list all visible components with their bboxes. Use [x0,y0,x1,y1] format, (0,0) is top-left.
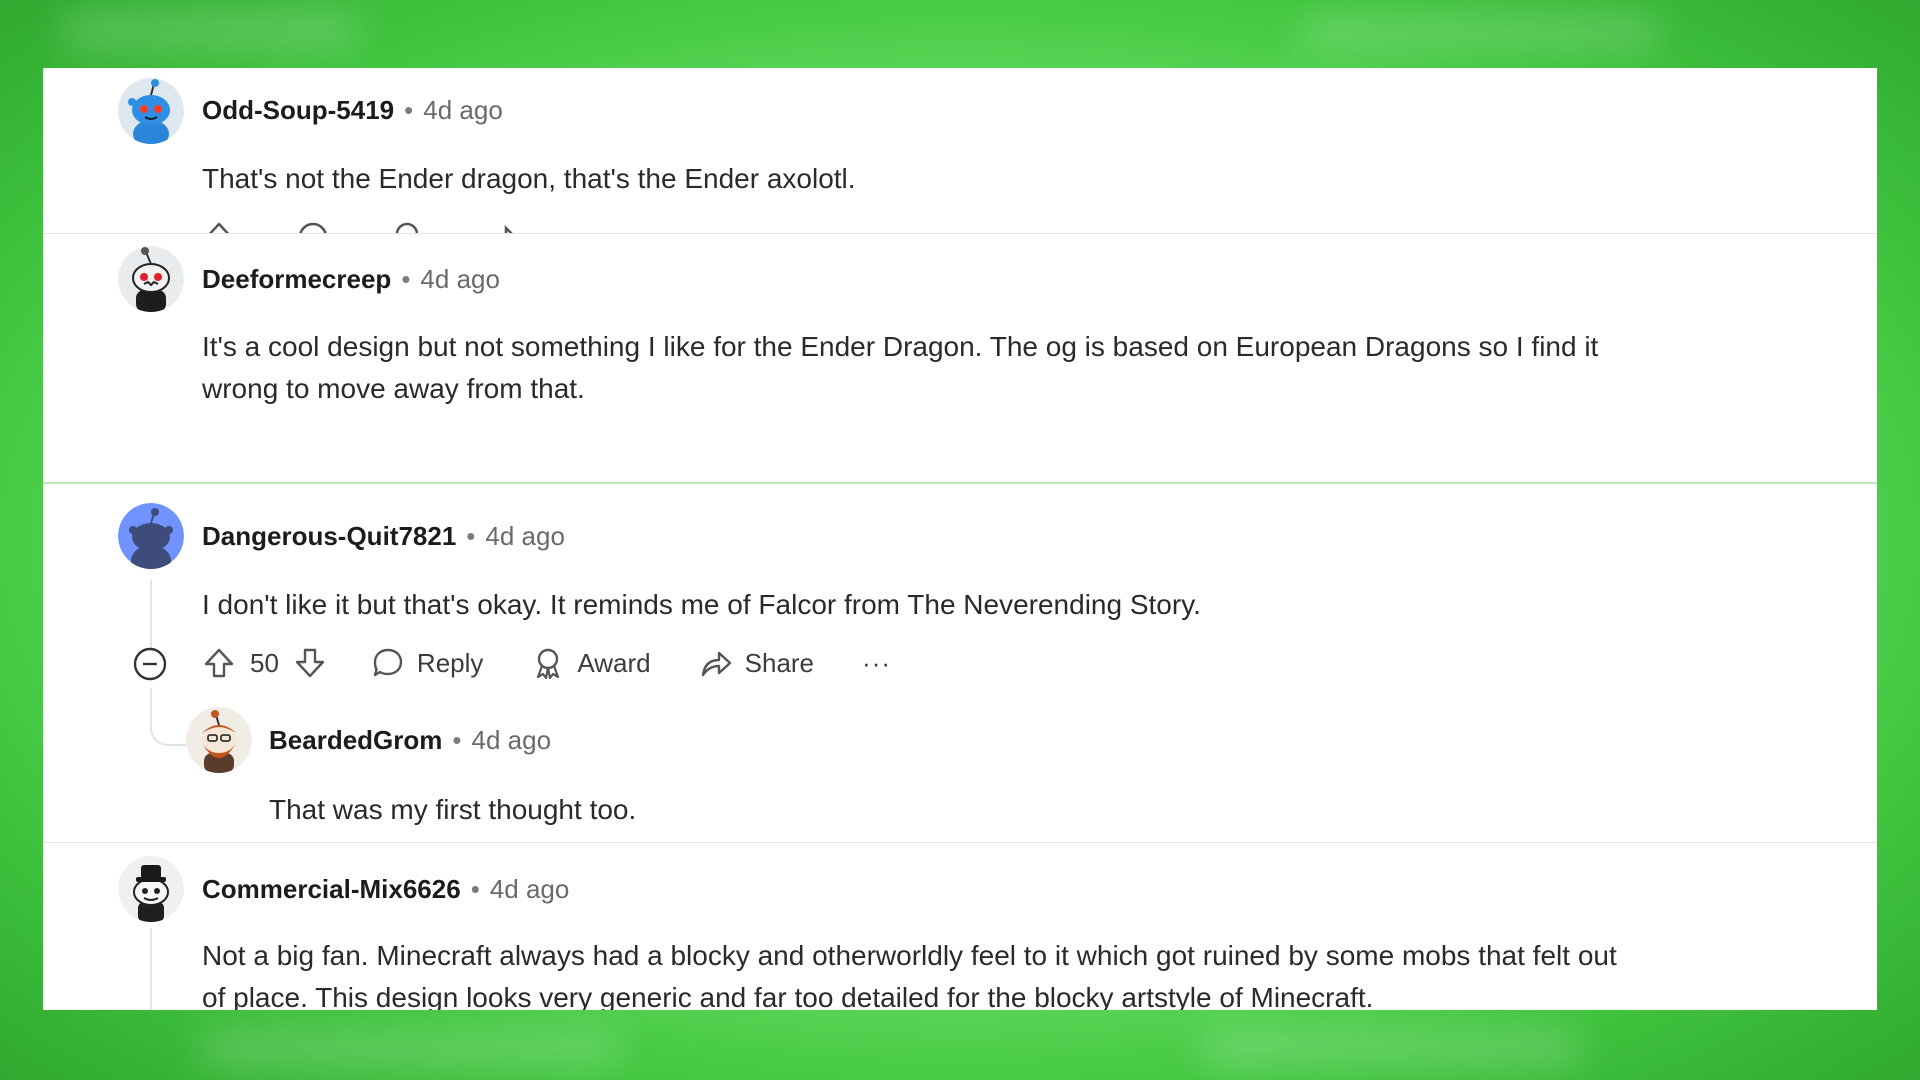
comment-meta: Dangerous-Quit7821 • 4d ago [202,520,565,552]
comments-card: Odd-Soup-5419 • 4d ago That's not the Ende… [43,68,1877,1010]
comment-meta: Commercial-Mix6626 • 4d ago [202,873,569,905]
timestamp[interactable]: 4d ago [472,725,552,755]
comment-body: Not a big fan. Minecraft always had a bl… [202,940,1617,1010]
more-options-button[interactable]: ··· [862,648,891,679]
reply-icon[interactable] [296,220,330,233]
thread-line [150,580,152,648]
comment-3: Dangerous-Quit7821 • 4d ago I don't like i… [43,484,1877,842]
award-icon [537,648,560,680]
comment-bubble-icon [373,648,403,677]
upvote-icon[interactable] [202,220,236,233]
award-icon[interactable] [390,220,424,233]
timestamp[interactable]: 4d ago [485,521,565,551]
downvote-icon[interactable] [293,646,327,680]
share-button[interactable]: Share [699,646,814,680]
author-name[interactable]: Odd-Soup-5419 [202,95,394,125]
avatar[interactable] [118,246,184,312]
author-name[interactable]: Dangerous-Quit7821 [202,521,456,551]
background-decoration [200,1030,620,1068]
award-button[interactable]: Award [531,646,651,680]
comment-actions: 50 Reply Award Share ··· [202,646,891,680]
share-icon [701,651,731,677]
meta-separator: • [401,264,411,294]
comment-body: It's a cool design but not something I l… [202,331,1599,404]
share-icon[interactable] [484,220,518,233]
meta-separator: • [452,725,462,755]
collapse-thread-icon[interactable] [132,646,168,682]
comment-2: Deeformecreep • 4d ago It's a cool design … [43,234,1877,482]
reddit-snoo-avatar-bearded-icon [186,707,252,773]
avatar[interactable] [186,707,252,773]
meta-separator: • [404,95,414,125]
timestamp[interactable]: 4d ago [420,264,500,294]
award-label: Award [577,647,651,678]
reddit-snoo-avatar-purple-icon [118,503,184,569]
timestamp[interactable]: 4d ago [490,874,570,904]
thread-line-elbow [150,688,188,746]
comment-body: That's not the Ender dragon, that's the … [202,163,856,194]
comment-actions-clipped [202,220,902,233]
author-name[interactable]: BeardedGrom [269,725,442,755]
vote-controls: 50 [202,646,327,680]
upvote-icon[interactable] [202,646,236,680]
reddit-snoo-avatar-blue-icon [118,78,184,144]
comment-body: I don't like it but that's okay. It remi… [202,589,1201,620]
meta-separator: • [470,874,480,904]
avatar[interactable] [118,856,184,922]
share-label: Share [744,647,815,678]
comment-meta: Deeformecreep • 4d ago [202,263,500,295]
reddit-snoo-avatar-dark-icon [118,246,184,312]
comment-meta: Odd-Soup-5419 • 4d ago [202,94,503,126]
timestamp[interactable]: 4d ago [423,95,503,125]
vote-count: 50 [250,647,279,678]
comment-1: Odd-Soup-5419 • 4d ago That's not the Ende… [43,68,1877,233]
reply-label: Reply [416,647,484,678]
background-decoration [1200,1028,1580,1068]
reply-body: That was my first thought too. [269,794,637,825]
avatar[interactable] [118,78,184,144]
reddit-snoo-avatar-hat-icon [118,856,184,922]
comment-meta: BeardedGrom • 4d ago [269,724,551,756]
thread-line [150,928,152,1010]
background-decoration [1300,14,1660,50]
author-name[interactable]: Deeformecreep [202,264,391,294]
comment-4: Commercial-Mix6626 • 4d ago Not a big fan.… [43,843,1877,1010]
background-decoration [60,10,360,50]
avatar[interactable] [118,503,184,569]
reply-button[interactable]: Reply [371,646,483,680]
meta-separator: • [466,521,476,551]
author-name[interactable]: Commercial-Mix6626 [202,874,461,904]
